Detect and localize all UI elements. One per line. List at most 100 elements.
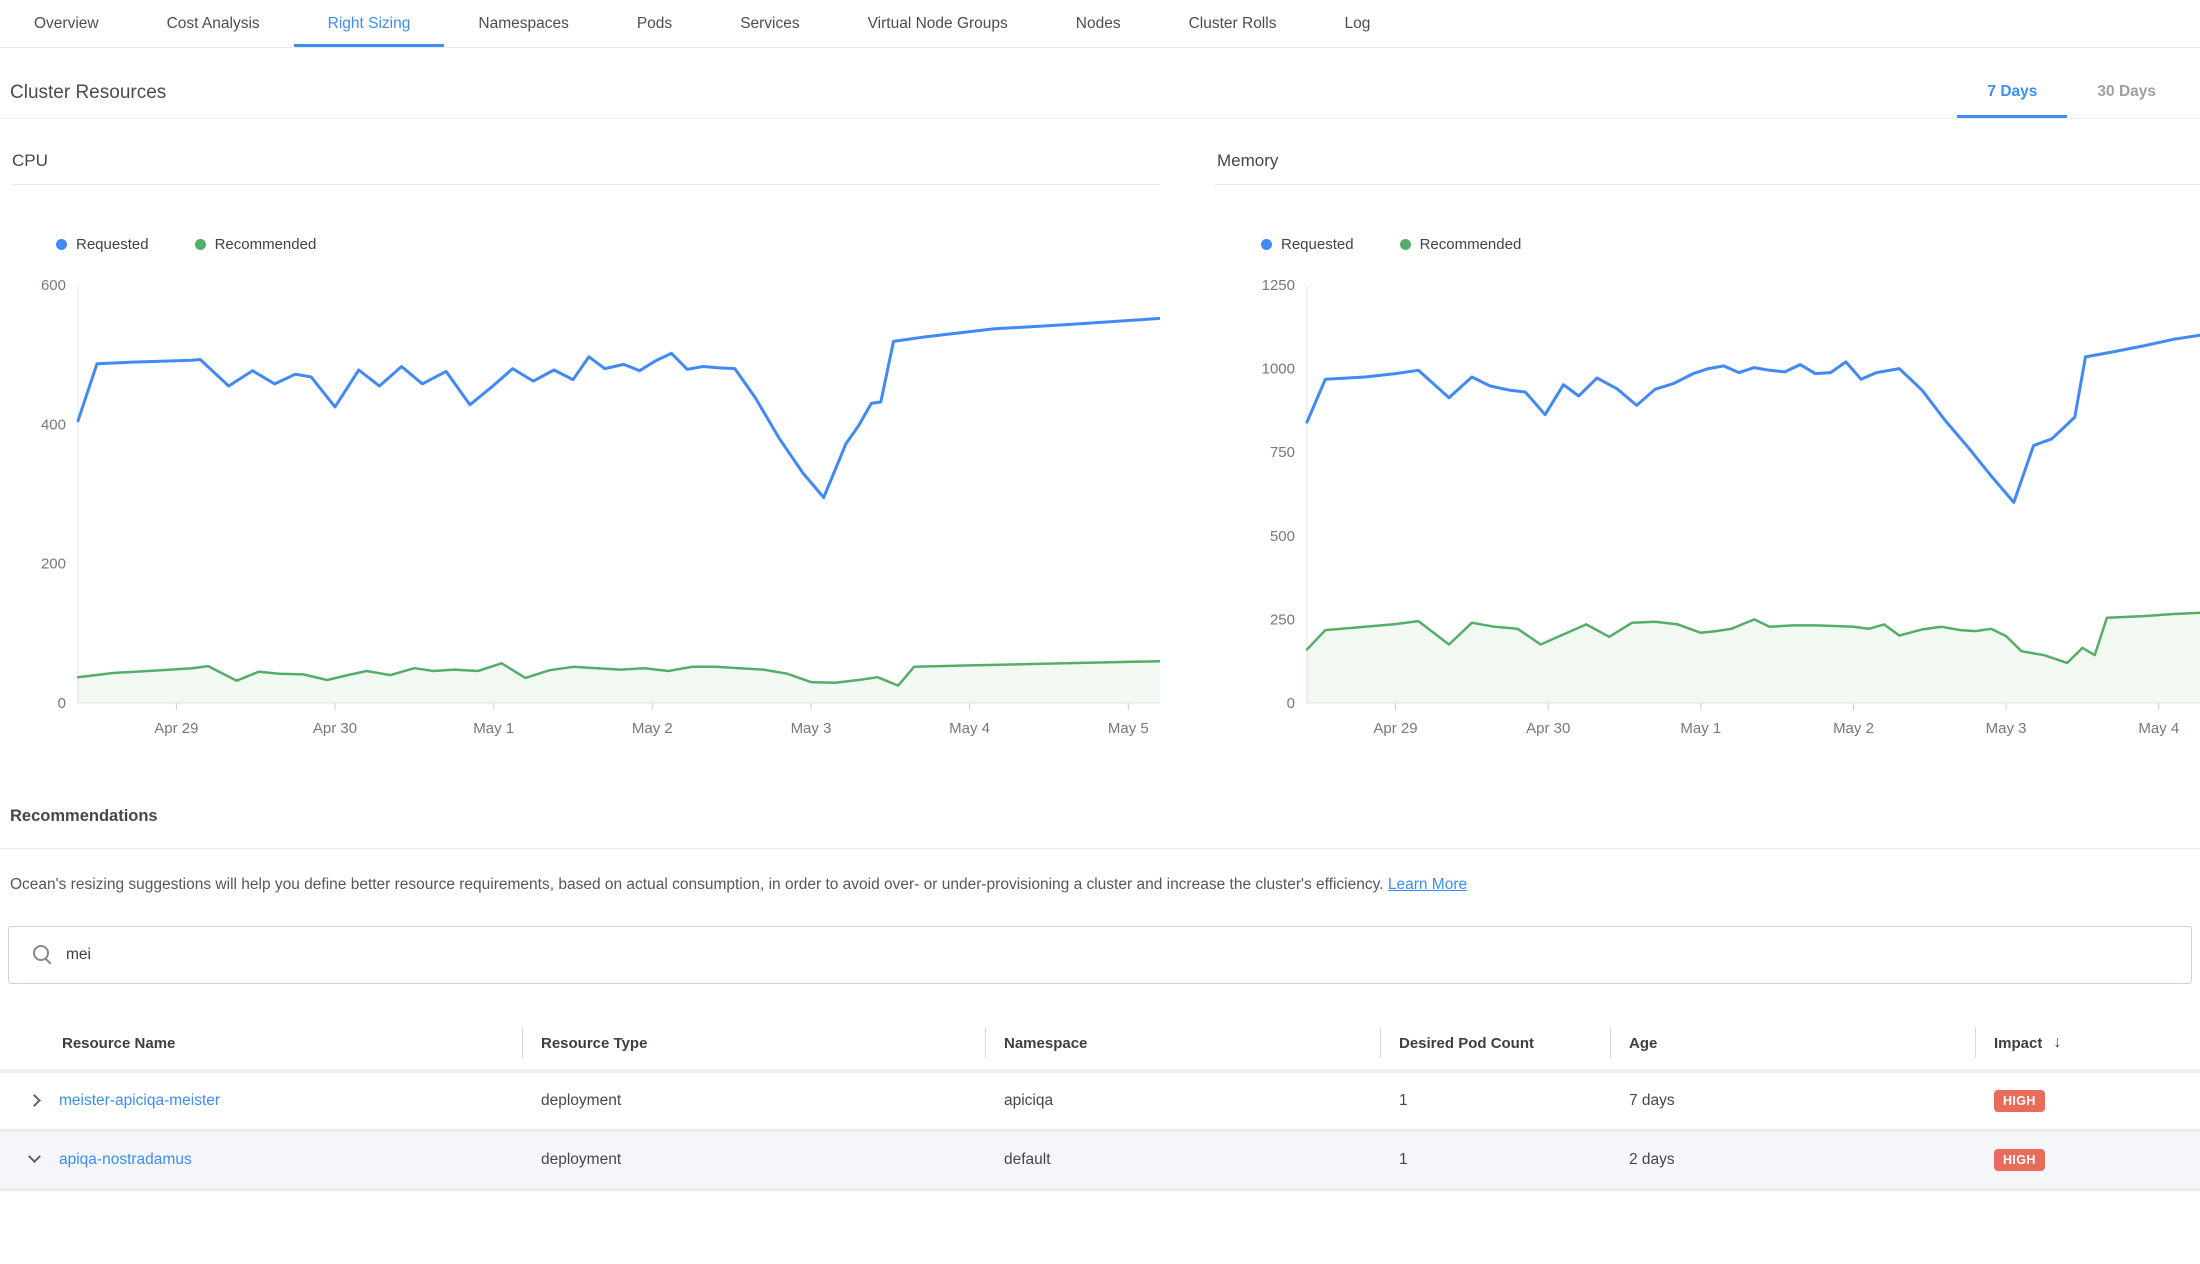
recommendations-title: Recommendations [10,807,2190,848]
nav-tab[interactable]: Services [706,0,833,47]
legend-label: Recommended [1420,236,1522,253]
time-range-label: 30 Days [2097,83,2156,100]
svg-text:May 2: May 2 [632,720,673,737]
legend-label: Requested [76,236,149,253]
resource-name-link[interactable]: apiqa-nostradamus [59,1151,192,1169]
cpu-line-chart[interactable]: 0 200 400 600 Apr 29 Apr 30 May 1 May 2 May 3 May… [10,275,1160,749]
nav-tab-label: Pods [637,15,672,32]
expand-chevron-icon[interactable] [28,1095,41,1108]
nav-tab[interactable]: Right Sizing [294,0,445,47]
svg-text:May 1: May 1 [1680,720,1721,737]
age-cell: 2 days [1610,1151,1975,1169]
impact-badge: HIGH [1994,1090,2045,1112]
nav-tab[interactable]: Pods [603,0,706,47]
svg-text:0: 0 [58,695,66,712]
time-range-option[interactable]: 7 Days [1957,83,2067,118]
nav-tab-label: Overview [34,15,99,32]
svg-text:0: 0 [1287,695,1295,712]
table-header-row: Resource Name Resource Type Namespace De… [0,1018,2200,1073]
nav-tab-label: Cluster Rolls [1189,15,1277,32]
nav-tab-label: Services [740,15,799,32]
time-range-option[interactable]: 30 Days [2067,83,2186,118]
impact-cell: HIGH [1975,1149,2200,1171]
nav-tab[interactable]: Cluster Rolls [1155,0,1311,47]
column-header-age[interactable]: Age [1610,1018,1975,1069]
resource-name-cell: apiqa-nostradamus [0,1151,522,1169]
time-range-toggle: 7 Days 30 Days [1957,83,2186,118]
svg-text:200: 200 [41,556,66,573]
legend-item[interactable]: Requested [56,236,149,253]
chart-title: CPU [10,151,1160,185]
svg-text:May 1: May 1 [473,720,514,737]
recommendations-divider [0,848,2200,849]
svg-text:May 4: May 4 [2138,720,2179,737]
legend-dot-icon [195,239,206,250]
nav-tab-label: Right Sizing [328,15,411,32]
recommendations-description-text: Ocean's resizing suggestions will help y… [10,876,1384,893]
chart-title: Memory [1215,151,2200,185]
chart-legend: Requested Recommended [1261,235,2200,253]
legend-label: Requested [1281,236,1354,253]
svg-text:250: 250 [1270,611,1295,628]
search-input[interactable] [66,946,2191,964]
svg-text:750: 750 [1270,444,1295,461]
nav-tab[interactable]: Cost Analysis [133,0,294,47]
legend-label: Recommended [215,236,317,253]
legend-item[interactable]: Requested [1261,236,1354,253]
legend-item[interactable]: Recommended [1400,236,1522,253]
svg-text:1000: 1000 [1262,361,1295,378]
resource-name-cell: meister-apiciqa-meister [0,1092,522,1110]
memory-line-chart[interactable]: 025050075010001250Apr 29Apr 30May 1May 2… [1215,275,2200,749]
svg-text:500: 500 [1270,528,1295,545]
column-header-resource-type[interactable]: Resource Type [522,1018,985,1069]
desired-pod-count-cell: 1 [1380,1151,1610,1169]
svg-text:Apr 30: Apr 30 [313,720,357,737]
impact-badge: HIGH [1994,1149,2045,1171]
svg-text:400: 400 [41,416,66,433]
learn-more-link[interactable]: Learn More [1388,876,1467,893]
sort-desc-icon[interactable]: ↓ [2053,1034,2061,1052]
svg-text:May 3: May 3 [1986,720,2027,737]
column-header-namespace[interactable]: Namespace [985,1018,1380,1069]
memory-chart-section: Memory Requested Recommended 0 250 500 750 10… [1215,151,2200,749]
namespace-cell: default [985,1151,1380,1169]
svg-text:600: 600 [41,277,66,294]
header-divider [0,118,2200,119]
nav-tab[interactable]: Overview [0,0,133,47]
nav-tab[interactable]: Virtual Node Groups [834,0,1042,47]
nav-tab-label: Cost Analysis [167,15,260,32]
svg-text:Apr 29: Apr 29 [154,720,198,737]
cluster-resources-header: Cluster Resources 7 Days 30 Days [10,82,2186,118]
time-range-label: 7 Days [1987,83,2037,100]
chart-legend: Requested Recommended [56,235,1160,253]
nav-tab-label: Virtual Node Groups [868,15,1008,32]
column-header-desired-pod-count[interactable]: Desired Pod Count [1380,1018,1610,1069]
resource-name-link[interactable]: meister-apiciqa-meister [59,1092,220,1110]
legend-dot-icon [56,239,67,250]
legend-dot-icon [1400,239,1411,250]
nav-tab[interactable]: Namespaces [444,0,602,47]
nav-tab-label: Log [1344,15,1370,32]
impact-cell: HIGH [1975,1090,2200,1112]
column-header-resource-name[interactable]: Resource Name [0,1018,522,1069]
recommendations-table: Resource Name Resource Type Namespace De… [0,1018,2200,1191]
nav-tab[interactable]: Log [1310,0,1404,47]
nav-tab[interactable]: Nodes [1042,0,1155,47]
search-box[interactable] [8,926,2192,984]
table-row: meister-apiciqa-meister deployment apici… [0,1073,2200,1132]
tab-bar: Overview Cost Analysis Right Sizing Name… [0,0,2200,48]
desired-pod-count-cell: 1 [1380,1092,1610,1110]
svg-text:May 4: May 4 [949,720,990,737]
resource-type-cell: deployment [522,1151,985,1169]
svg-text:May 2: May 2 [1833,720,1874,737]
page-title: Cluster Resources [10,82,166,118]
svg-text:May 3: May 3 [791,720,832,737]
column-header-impact[interactable]: Impact ↓ [1975,1018,2200,1069]
expand-chevron-icon[interactable] [28,1151,41,1164]
legend-dot-icon [1261,239,1272,250]
legend-item[interactable]: Recommended [195,236,317,253]
nav-tab-label: Namespaces [478,15,568,32]
nav-tab-label: Nodes [1076,15,1121,32]
search-icon [33,945,52,964]
namespace-cell: apiciqa [985,1092,1380,1110]
